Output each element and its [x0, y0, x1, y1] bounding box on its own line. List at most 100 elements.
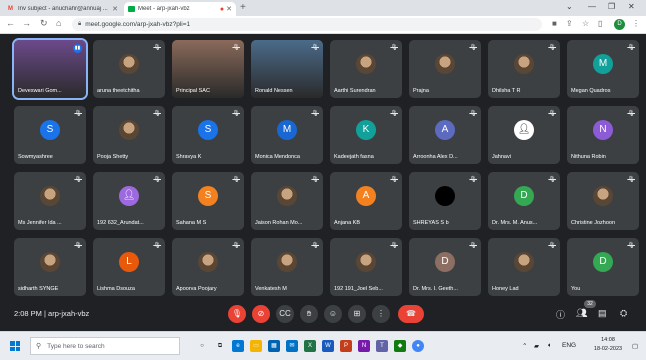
participant-avatar: S: [40, 120, 60, 140]
home-icon[interactable]: ⌂: [56, 18, 61, 28]
participant-photo: [514, 252, 534, 272]
participant-tile[interactable]: ▮▮ Deveswari Gom...: [12, 38, 88, 100]
activities-icon[interactable]: ⛭: [620, 308, 627, 319]
close-tab-icon[interactable]: ●: [220, 6, 224, 13]
close-tab-icon[interactable]: ✕: [112, 5, 118, 13]
menu-icon[interactable]: ⋮: [632, 19, 640, 28]
raise-hand-button[interactable]: ✋︎: [300, 305, 318, 323]
leave-call-button[interactable]: ☎︎: [398, 305, 424, 323]
language-indicator[interactable]: ENG: [562, 342, 576, 349]
mic-muted-icon: 🎙︎: [311, 45, 319, 51]
new-tab-button[interactable]: +: [240, 2, 246, 13]
reload-icon[interactable]: ↻: [40, 18, 48, 29]
taskbar-search-input[interactable]: ⚲ Type here to search: [30, 337, 180, 355]
forward-icon[interactable]: →: [22, 18, 31, 28]
minimize-icon[interactable]: —: [588, 2, 596, 11]
app-icon[interactable]: ◆: [394, 340, 406, 352]
participant-tile[interactable]: A 🎙︎ Anjana KB: [330, 172, 402, 230]
participant-tile[interactable]: 🎙︎ SHREYAS S b: [409, 172, 481, 230]
excel-icon[interactable]: X: [304, 340, 316, 352]
task-view-icon[interactable]: ⧉: [214, 340, 226, 352]
file-explorer-icon[interactable]: ▭: [250, 340, 262, 352]
address-bar[interactable]: 🔒︎ meet.google.com/arp-jxah-vbz?pli=1: [72, 18, 542, 31]
profile-avatar[interactable]: D: [614, 19, 625, 30]
bookmark-star-icon[interactable]: ☆: [582, 19, 589, 28]
powerpoint-icon[interactable]: P: [340, 340, 352, 352]
participant-tile[interactable]: 🎙︎ Honey Lad: [488, 238, 560, 296]
participant-tile[interactable]: L 🎙︎ Lishma Dsouza: [93, 238, 165, 296]
participant-tile[interactable]: 🎙︎ Ronald Nessen: [251, 40, 323, 98]
word-icon[interactable]: W: [322, 340, 334, 352]
participant-tile[interactable]: 🎙︎ Principal SAC: [172, 40, 244, 98]
tab-meet[interactable]: Meet - arp-jxah-vbz ● ✕: [124, 2, 236, 16]
mic-off-button[interactable]: 🎙︎: [228, 305, 246, 323]
sidebar-icon[interactable]: ▯: [598, 19, 602, 28]
participant-tile[interactable]: 🎙︎ Dhilsha T R: [488, 40, 560, 98]
close-window-icon[interactable]: ✕: [628, 2, 635, 11]
onenote-icon[interactable]: N: [358, 340, 370, 352]
network-icon[interactable]: ▰: [534, 342, 539, 350]
participant-tile[interactable]: 🎙︎ Apoorva Poojary: [172, 238, 244, 296]
maximize-icon[interactable]: ❐: [608, 2, 615, 11]
volume-icon[interactable]: 🔈︎: [548, 342, 552, 350]
teams-icon[interactable]: T: [376, 340, 388, 352]
participant-tile[interactable]: 🎙︎ Venkatesh M: [251, 238, 323, 296]
meeting-info-icon[interactable]: ⓘ: [556, 308, 565, 321]
tab-gmail[interactable]: M Inv subject - anuchahr@annuaj ... ✕: [4, 2, 122, 16]
camera-in-use-icon[interactable]: ■: [552, 19, 557, 28]
participant-tile[interactable]: 🎙︎ Jaison Rohan Mo...: [251, 172, 323, 230]
participant-tile[interactable]: A 🎙︎ Arroonha Alex D...: [409, 106, 481, 164]
participant-tile[interactable]: 🎙︎ Aarthi Surendran: [330, 40, 402, 98]
participant-tile[interactable]: S 🎙︎ Sowmyashree: [14, 106, 86, 164]
participant-tile[interactable]: S 🎙︎ Sahana M S: [172, 172, 244, 230]
participant-avatar: D: [435, 252, 455, 272]
mic-muted-icon: 🎙︎: [548, 177, 556, 183]
captions-button[interactable]: CC: [276, 305, 294, 323]
participant-name: Shravya K: [176, 154, 202, 160]
tab-search-icon[interactable]: ⌄: [566, 2, 573, 11]
windows-start-icon[interactable]: [10, 341, 20, 351]
participant-tile[interactable]: D 🎙︎ You: [567, 238, 639, 296]
chrome-icon[interactable]: ●: [412, 340, 424, 352]
participant-tile[interactable]: 🎙︎ sidharth SYNGE: [14, 238, 86, 296]
participant-tile[interactable]: S 🎙︎ Shravya K: [172, 106, 244, 164]
back-icon[interactable]: ←: [6, 18, 15, 28]
edge-icon[interactable]: e: [232, 340, 244, 352]
participant-tile[interactable]: M 🎙︎ Monica Mendonca: [251, 106, 323, 164]
participant-tile[interactable]: 🎙︎ Christine Jozhoon: [567, 172, 639, 230]
participant-name: You: [571, 286, 581, 292]
mic-muted-icon: 🎙︎: [548, 45, 556, 51]
participant-tile[interactable]: D 🎙︎ Dr. Mrs. I. Geeth...: [409, 238, 481, 296]
cortana-icon[interactable]: ○: [196, 340, 208, 352]
chat-icon[interactable]: ▤: [598, 308, 607, 319]
emoji-button[interactable]: ☺: [324, 305, 342, 323]
share-icon[interactable]: ⇪: [566, 19, 573, 28]
store-icon[interactable]: ▦: [268, 340, 280, 352]
participant-tile[interactable]: 👤︎ 🎙︎ Jahnavi: [488, 106, 560, 164]
participant-tile[interactable]: 👤︎ 🎙︎ 192 632_Arundat...: [93, 172, 165, 230]
camera-off-button[interactable]: ⊘: [252, 305, 270, 323]
participant-tile[interactable]: 🎙︎ Ms Jennifer Ida ...: [14, 172, 86, 230]
participant-tile[interactable]: N 🎙︎ Nithuna Robin: [567, 106, 639, 164]
system-clock[interactable]: 14:08 18-02-2023: [588, 336, 628, 354]
participant-tile[interactable]: 🎙︎ Pooja Shetty: [93, 106, 165, 164]
participant-name: Sahana M S: [176, 220, 207, 226]
mail-icon[interactable]: ✉: [286, 340, 298, 352]
participant-name: Principal SAC: [176, 88, 210, 94]
participant-tile[interactable]: 🎙︎ 192 191_Joel Seb...: [330, 238, 402, 296]
default-avatar-icon: 👤︎: [119, 186, 139, 206]
close-tab-icon[interactable]: ✕: [226, 5, 232, 13]
tab-title: Meet - arp-jxah-vbz: [138, 6, 190, 12]
notifications-icon[interactable]: ▢: [632, 342, 638, 350]
participant-tile[interactable]: D 🎙︎ Dr. Mrs. M. Anus...: [488, 172, 560, 230]
present-button[interactable]: ⊞: [348, 305, 366, 323]
tray-chevron-icon[interactable]: ⌃: [522, 342, 527, 350]
lock-icon: 🔒︎: [78, 21, 82, 27]
participant-photo: [435, 54, 455, 74]
people-icon[interactable]: 👥︎: [576, 308, 587, 319]
participant-tile[interactable]: 🎙︎ aruna theetchitha: [93, 40, 165, 98]
participant-tile[interactable]: K 🎙︎ Kadeejath fasna: [330, 106, 402, 164]
participant-tile[interactable]: M 🎙︎ Megan Quadros: [567, 40, 639, 98]
more-options-button[interactable]: ⋮: [372, 305, 390, 323]
participant-tile[interactable]: 🎙︎ Prajna: [409, 40, 481, 98]
